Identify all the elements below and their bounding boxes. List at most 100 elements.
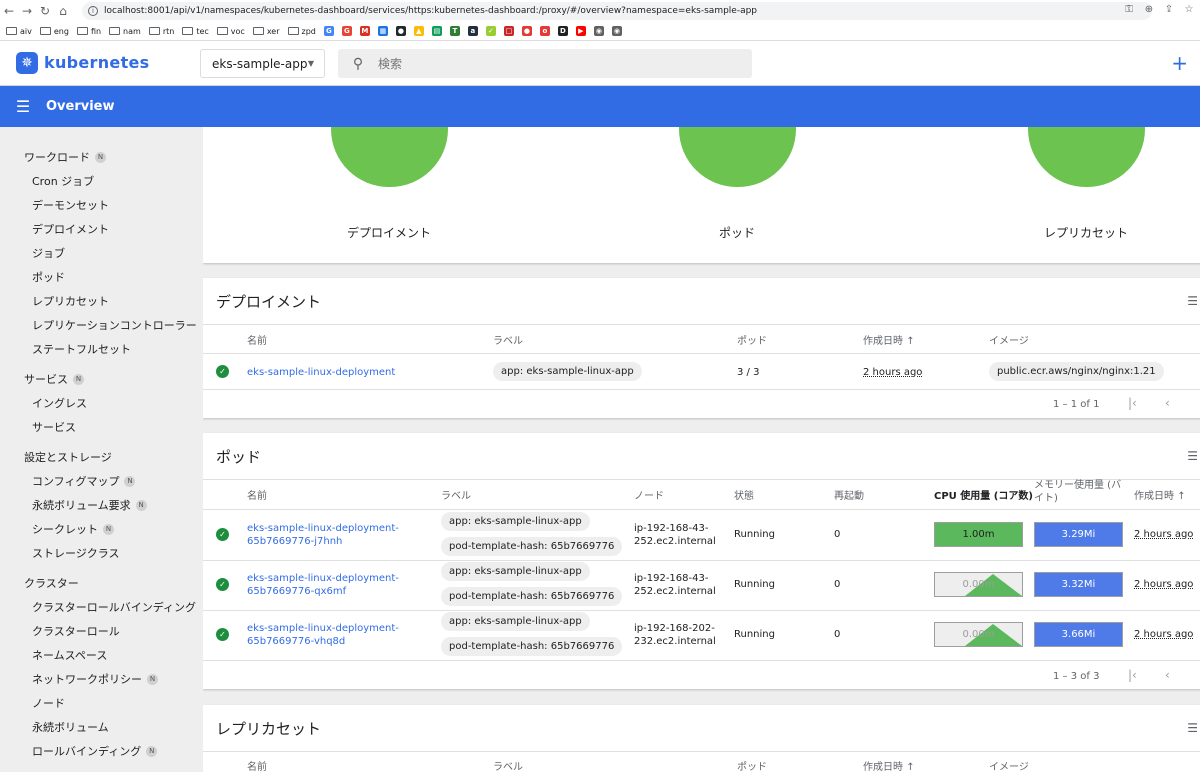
pod-name-link[interactable]: eks-sample-linux-deployment- 65b7669776-q…: [247, 572, 399, 598]
calendar-icon[interactable]: ▦: [377, 26, 388, 36]
memory-sparkline[interactable]: 3.66Mi: [1034, 622, 1123, 647]
sidebar-section-cluster[interactable]: クラスター: [0, 571, 203, 595]
star-icon[interactable]: ☆: [1182, 3, 1196, 17]
pods-status-pie[interactable]: [679, 127, 796, 187]
filter-icon[interactable]: ☰: [1187, 294, 1198, 308]
bookmark-folder[interactable]: tec: [182, 27, 209, 36]
memory-sparkline[interactable]: 3.29Mi: [1034, 522, 1123, 547]
col-header-name[interactable]: 名前: [247, 332, 267, 347]
cpu-sparkline[interactable]: 1.00m: [934, 522, 1023, 547]
site-info-icon[interactable]: i: [88, 6, 98, 16]
pod-name-link[interactable]: eks-sample-linux-deployment- 65b7669776-v…: [247, 622, 399, 648]
sheets-icon[interactable]: ▤: [431, 26, 442, 36]
share-icon[interactable]: ⇪: [1162, 3, 1176, 17]
dev-icon[interactable]: D: [557, 26, 568, 36]
replicasets-status-pie[interactable]: [1028, 127, 1145, 187]
sidebar-item-pvcs[interactable]: 永続ボリューム要求 N: [0, 493, 203, 517]
deployments-status-pie[interactable]: [331, 127, 448, 187]
address-bar[interactable]: i localhost:8001/api/v1/namespaces/kuber…: [82, 2, 1152, 20]
bookmark-folder[interactable]: eng: [39, 27, 69, 36]
key-icon[interactable]: ⚿: [1122, 3, 1136, 17]
memory-sparkline[interactable]: 3.32Mi: [1034, 572, 1123, 597]
bookmark-folder[interactable]: voc: [216, 27, 245, 36]
reload-icon[interactable]: ↻: [36, 0, 54, 22]
youtube-icon[interactable]: ▶: [575, 26, 586, 36]
create-plus-icon[interactable]: +: [1171, 51, 1188, 75]
sidebar-item-clusterroles[interactable]: クラスターロール: [0, 619, 203, 643]
namespace-selector[interactable]: eks-sample-app ▼: [200, 49, 325, 78]
first-page-icon[interactable]: |‹: [1128, 396, 1137, 410]
sidebar-item-jobs[interactable]: ジョブ: [0, 241, 203, 265]
first-page-icon[interactable]: |‹: [1128, 668, 1137, 682]
hamburger-menu-icon[interactable]: ☰: [0, 97, 46, 116]
filter-icon[interactable]: ☰: [1187, 449, 1198, 463]
home-icon[interactable]: ⌂: [54, 0, 72, 22]
bookmark-favicon[interactable]: ●: [521, 26, 532, 36]
sidebar-item-deployments[interactable]: デプロイメント: [0, 217, 203, 241]
drive-icon[interactable]: ▲: [413, 26, 424, 36]
sidebar-item-storageclasses[interactable]: ストレージクラス: [0, 541, 203, 565]
col-header-created[interactable]: 作成日時 ↑: [863, 332, 915, 347]
search-box[interactable]: ⚲: [338, 49, 752, 78]
sidebar-item-clusterrolebindings[interactable]: クラスターロールバインディング: [0, 595, 203, 619]
zoom-icon[interactable]: ⊕: [1142, 3, 1156, 17]
amazon-icon[interactable]: a: [467, 26, 478, 36]
node-name[interactable]: ip-192-168-43- 252.ec2.internal: [634, 572, 716, 598]
bookmark-folder[interactable]: xer: [252, 27, 280, 36]
bookmark-favicon[interactable]: □: [503, 26, 514, 36]
sidebar-item-pods[interactable]: ポッド: [0, 265, 203, 289]
sidebar-item-secrets[interactable]: シークレット N: [0, 517, 203, 541]
github-icon[interactable]: ●: [395, 26, 406, 36]
col-header-created[interactable]: 作成日時 ↑: [1134, 487, 1186, 502]
bookmark-favicon[interactable]: ✓: [485, 26, 496, 36]
sidebar-item-daemonsets[interactable]: デーモンセット: [0, 193, 203, 217]
filter-icon[interactable]: ☰: [1187, 721, 1198, 735]
bookmark-favicon[interactable]: G: [323, 26, 334, 36]
bookmark-favicon[interactable]: o: [539, 26, 550, 36]
created-time[interactable]: 2 hours ago: [1134, 578, 1193, 591]
sidebar-item-replicasets[interactable]: レプリカセット: [0, 289, 203, 313]
cpu-sparkline[interactable]: 0.00m: [934, 622, 1023, 647]
sidebar-section-workloads[interactable]: ワークロード N: [0, 145, 203, 169]
sidebar-item-configmaps[interactable]: コンフィグマップ N: [0, 469, 203, 493]
col-header-name[interactable]: 名前: [247, 758, 267, 772]
created-time[interactable]: 2 hours ago: [863, 366, 922, 379]
bookmark-folder[interactable]: rtn: [148, 27, 174, 36]
sidebar-section-config-storage[interactable]: 設定とストレージ: [0, 445, 203, 469]
bookmark-favicon[interactable]: T: [449, 26, 460, 36]
bookmark-favicon[interactable]: G: [341, 26, 352, 36]
prev-page-icon[interactable]: ‹: [1165, 396, 1170, 410]
created-time[interactable]: 2 hours ago: [1134, 628, 1193, 641]
created-time[interactable]: 2 hours ago: [1134, 528, 1193, 541]
sidebar-item-pvs[interactable]: 永続ボリューム: [0, 715, 203, 739]
search-input[interactable]: [378, 56, 718, 71]
bookmark-favicon[interactable]: ◉: [611, 26, 622, 36]
col-header-name[interactable]: 名前: [247, 487, 267, 502]
sidebar-item-namespaces[interactable]: ネームスペース: [0, 643, 203, 667]
sidebar-item-cronjobs[interactable]: Cron ジョブ: [0, 169, 203, 193]
brand-name[interactable]: kubernetes: [44, 53, 150, 72]
deployment-name-link[interactable]: eks-sample-linux-deployment: [247, 366, 395, 379]
sidebar-item-ingresses[interactable]: イングレス: [0, 391, 203, 415]
col-header-created[interactable]: 作成日時 ↑: [863, 758, 915, 772]
pod-name-link[interactable]: eks-sample-linux-deployment- 65b7669776-j…: [247, 522, 399, 548]
prev-page-icon[interactable]: ‹: [1165, 668, 1170, 682]
sidebar-item-nodes[interactable]: ノード: [0, 691, 203, 715]
kubernetes-logo-icon[interactable]: ✵: [16, 52, 38, 74]
sidebar-item-statefulsets[interactable]: ステートフルセット: [0, 337, 203, 361]
back-icon[interactable]: ←: [0, 0, 18, 22]
sidebar-item-services[interactable]: サービス: [0, 415, 203, 439]
sidebar-item-replicationcontrollers[interactable]: レプリケーションコントローラー: [0, 313, 203, 337]
node-name[interactable]: ip-192-168-202- 232.ec2.internal: [634, 622, 716, 648]
node-name[interactable]: ip-192-168-43- 252.ec2.internal: [634, 522, 716, 548]
bookmark-folder[interactable]: nam: [109, 27, 141, 36]
sidebar-item-networkpolicies[interactable]: ネットワークポリシー N: [0, 667, 203, 691]
bookmark-favicon[interactable]: ◉: [593, 26, 604, 36]
forward-icon[interactable]: →: [18, 0, 36, 22]
bookmark-folder[interactable]: fin: [76, 27, 101, 36]
bookmark-folder[interactable]: zpd: [287, 27, 316, 36]
gmail-icon[interactable]: M: [359, 26, 370, 36]
bookmark-folder[interactable]: aiv: [6, 27, 32, 36]
sidebar-item-rolebindings[interactable]: ロールバインディング N: [0, 739, 203, 763]
sidebar-section-services[interactable]: サービス N: [0, 367, 203, 391]
